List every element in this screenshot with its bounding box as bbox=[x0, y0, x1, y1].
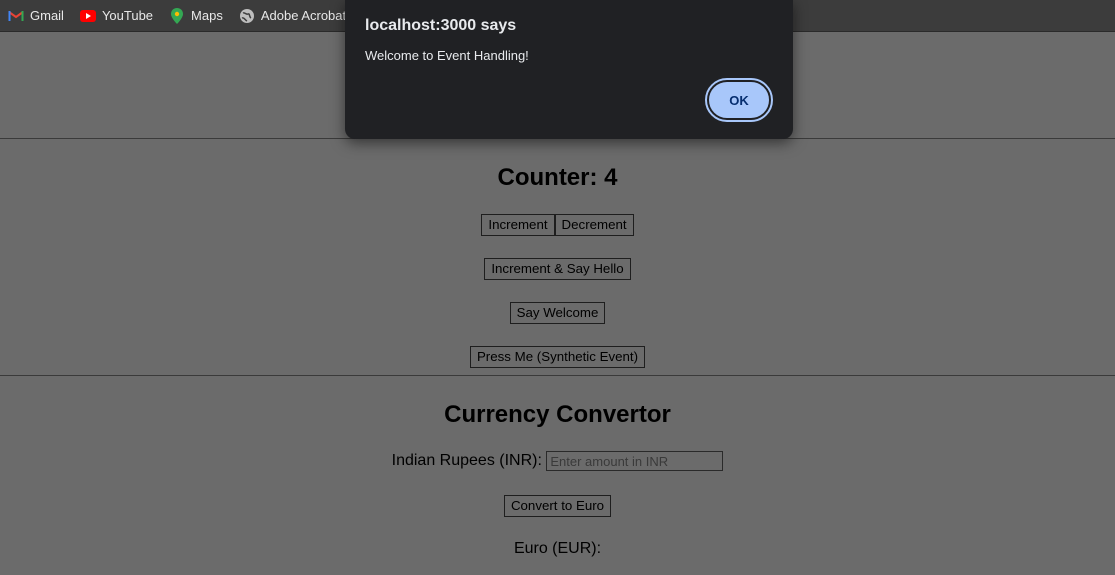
decrement-button[interactable]: Decrement bbox=[554, 214, 634, 236]
ok-button[interactable]: OK bbox=[705, 78, 773, 122]
eur-label: Euro (EUR): bbox=[513, 540, 602, 557]
globe-icon bbox=[239, 8, 255, 24]
counter-section: Counter: 4 bbox=[0, 164, 1115, 192]
inr-label: Indian Rupees (INR): bbox=[391, 452, 542, 470]
gmail-icon bbox=[8, 8, 24, 24]
alert-message: Welcome to Event Handling! bbox=[365, 48, 529, 63]
bookmark-youtube[interactable]: YouTube bbox=[79, 8, 154, 24]
bookmark-label: Adobe Acrobat bbox=[260, 8, 347, 23]
increment-say-hello-button[interactable]: Increment & Say Hello bbox=[484, 258, 631, 280]
bookmark-label: Gmail bbox=[30, 8, 64, 23]
inr-input[interactable] bbox=[546, 451, 724, 471]
bookmark-maps[interactable]: Maps bbox=[169, 7, 223, 24]
alert-dialog: localhost:3000 says Welcome to Event Han… bbox=[345, 0, 793, 139]
bookmark-adobe-acrobat[interactable]: Adobe Acrobat bbox=[239, 8, 346, 24]
alert-title: localhost:3000 says bbox=[365, 17, 517, 34]
bookmark-gmail[interactable]: Gmail bbox=[8, 8, 64, 24]
youtube-icon bbox=[79, 8, 96, 24]
press-me-button[interactable]: Press Me (Synthetic Event) bbox=[469, 346, 646, 368]
convert-to-euro-button[interactable]: Convert to Euro bbox=[503, 495, 612, 517]
bookmark-label: YouTube bbox=[101, 8, 154, 23]
converter-title: Currency Convertor bbox=[444, 401, 671, 428]
maps-icon bbox=[169, 7, 185, 24]
divider bbox=[0, 375, 1115, 376]
say-welcome-button[interactable]: Say Welcome bbox=[509, 302, 606, 324]
converter-section: Currency Convertor bbox=[0, 401, 1115, 429]
bookmark-label: Maps bbox=[191, 8, 223, 23]
counter-title: Counter: 4 bbox=[497, 164, 618, 191]
increment-button[interactable]: Increment bbox=[481, 214, 555, 236]
